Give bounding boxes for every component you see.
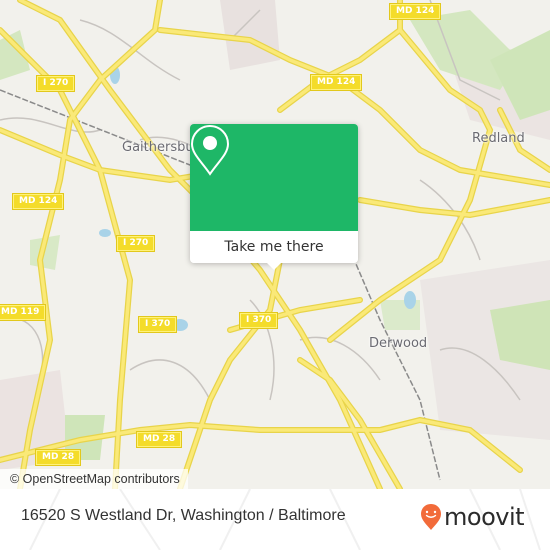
take-me-there-button[interactable]: Take me there	[190, 231, 358, 263]
water	[404, 291, 416, 309]
road-shield: MD 119	[0, 304, 47, 321]
moovit-logo[interactable]: moovit	[420, 503, 525, 531]
road-shield: MD 124	[388, 3, 442, 20]
map[interactable]: MD 124 I 270 MD 124 MD 124 I 270 MD 119 …	[0, 0, 550, 489]
popup-header	[190, 124, 358, 231]
map-attribution[interactable]: © OpenStreetMap contributors	[0, 469, 188, 489]
road-shield: MD 124	[11, 193, 65, 210]
location-popup[interactable]: Take me there	[190, 124, 358, 270]
place-label: Derwood	[369, 336, 428, 351]
address-text: 16520 S Westland Dr, Washington / Baltim…	[21, 507, 346, 524]
road-shield: I 270	[35, 75, 76, 92]
footer: 16520 S Westland Dr, Washington / Baltim…	[0, 489, 550, 550]
road-shield: MD 124	[309, 74, 363, 91]
road-shield: MD 28	[135, 431, 183, 448]
location-pin-icon	[190, 124, 230, 176]
road-shield: I 370	[137, 316, 178, 333]
popup-pointer	[266, 262, 282, 270]
moovit-wordmark: moovit	[444, 503, 525, 531]
moovit-pin-icon	[421, 504, 441, 530]
water	[99, 229, 111, 237]
road-shield: I 370	[238, 312, 279, 329]
road-shield: I 270	[115, 235, 156, 252]
place-label: Redland	[472, 131, 525, 146]
road-shield: MD 28	[34, 449, 82, 466]
